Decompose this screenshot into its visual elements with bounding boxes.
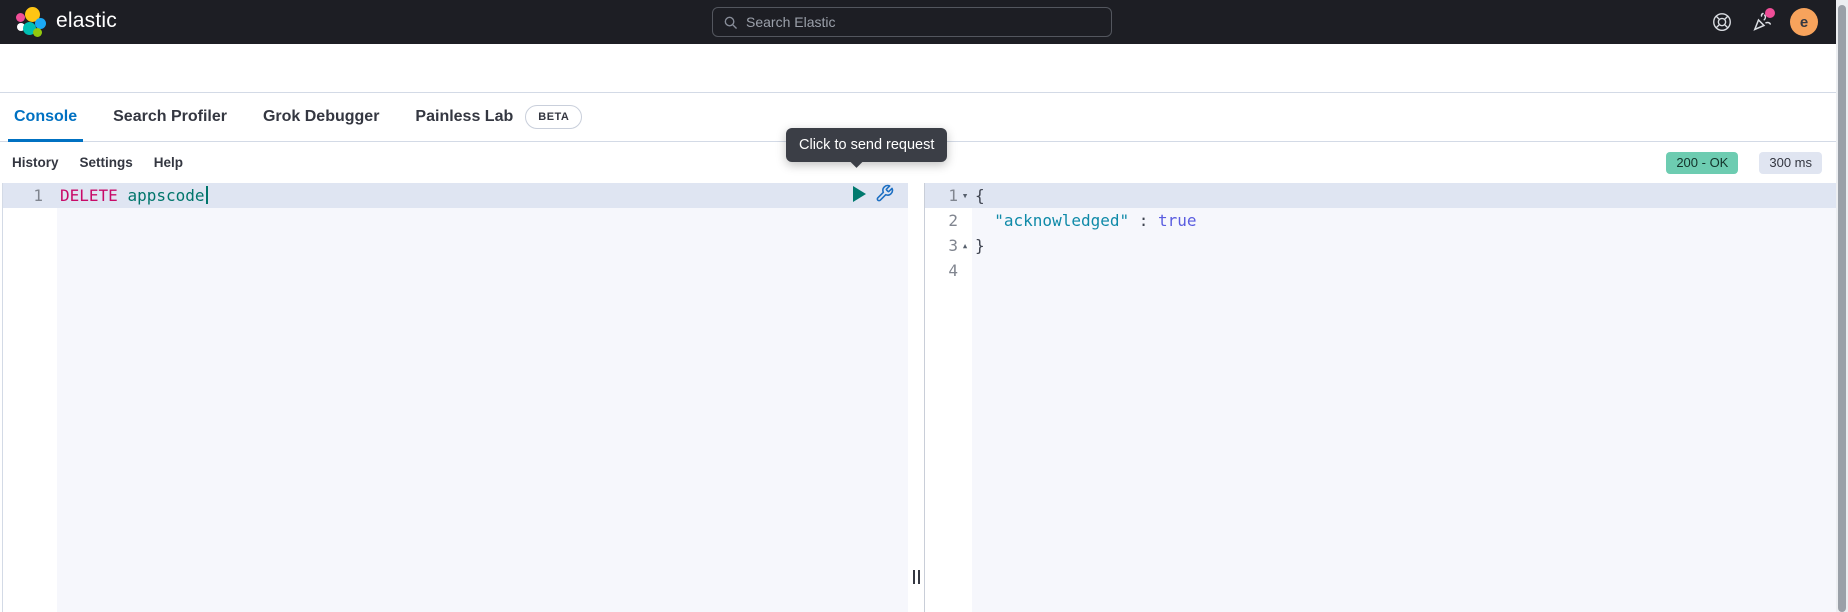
line-number: 3 <box>948 233 958 258</box>
line-number: 1 <box>33 183 43 208</box>
gutter-line: 4 <box>925 258 972 283</box>
tab-grok-debugger[interactable]: Grok Debugger <box>261 93 381 141</box>
panel-resizer[interactable] <box>908 183 925 612</box>
menu-item-help[interactable]: Help <box>154 155 183 170</box>
tooltip-send-request: Click to send request <box>786 128 947 162</box>
code-line[interactable]: { <box>972 183 1836 208</box>
response-editor-code[interactable]: { "acknowledged" : true} <box>972 183 1836 612</box>
token-plain <box>975 211 994 230</box>
tab-console[interactable]: Console <box>12 93 79 141</box>
resizer-grip-icon <box>912 570 921 584</box>
newsfeed-icon[interactable] <box>1752 12 1772 32</box>
response-time-badge: 300 ms <box>1759 152 1822 174</box>
fold-down-icon[interactable]: ▾ <box>958 183 972 208</box>
send-request-button[interactable] <box>853 186 866 202</box>
token-punct: : <box>1129 211 1158 230</box>
line-number: 1 <box>948 183 958 208</box>
token-method: DELETE <box>60 186 118 205</box>
request-editor-gutter: 1 <box>3 183 57 612</box>
code-line[interactable]: "acknowledged" : true <box>972 208 1836 233</box>
search-input[interactable] <box>746 14 1101 30</box>
token-constant: true <box>1158 211 1197 230</box>
status-badge: 200 - OK <box>1666 152 1738 174</box>
global-search[interactable] <box>712 7 1112 37</box>
gutter-line: 2 <box>925 208 972 233</box>
gutter-line: 1 <box>3 183 57 208</box>
search-icon <box>723 15 738 30</box>
response-editor[interactable]: 1▾23▴4 { "acknowledged" : true} <box>925 183 1836 612</box>
token-punct: } <box>975 236 985 255</box>
token-url: appscode <box>127 186 204 205</box>
gutter-line: 1▾ <box>925 183 972 208</box>
beta-badge: BETA <box>525 105 582 129</box>
code-line[interactable] <box>972 258 1836 283</box>
page-scrollbar[interactable] <box>1836 0 1848 612</box>
response-editor-gutter: 1▾23▴4 <box>925 183 972 612</box>
elastic-logo-icon[interactable] <box>16 7 48 38</box>
app-header: elastic e <box>0 0 1848 44</box>
request-actions <box>853 184 894 203</box>
tab-painless-lab[interactable]: Painless Lab BETA <box>413 93 584 141</box>
menu-item-history[interactable]: History <box>12 155 59 170</box>
code-line[interactable]: DELETE appscode <box>57 183 908 208</box>
text-cursor <box>206 186 208 204</box>
line-number: 4 <box>948 258 958 283</box>
token-plain <box>118 186 128 205</box>
breadcrumb-bar: D Dev Tools <box>0 44 1848 93</box>
notification-dot <box>1765 8 1775 18</box>
code-line[interactable]: } <box>972 233 1836 258</box>
fold-up-icon[interactable]: ▴ <box>958 233 972 258</box>
help-icon[interactable] <box>1712 12 1732 32</box>
scrollbar-thumb[interactable] <box>1838 5 1846 612</box>
request-editor-code[interactable]: DELETE appscode <box>57 183 908 612</box>
request-editor[interactable]: 1 DELETE appscode <box>3 183 908 612</box>
menu-item-settings[interactable]: Settings <box>80 155 133 170</box>
line-number: 2 <box>948 208 958 233</box>
logo-wordmark: elastic <box>56 9 117 33</box>
user-avatar[interactable]: e <box>1790 8 1818 36</box>
tab-search-profiler[interactable]: Search Profiler <box>111 93 229 141</box>
tab-label: Console <box>14 108 77 126</box>
tab-label: Search Profiler <box>113 108 227 126</box>
gutter-line: 3▴ <box>925 233 972 258</box>
wrench-icon[interactable] <box>875 184 894 203</box>
token-string: "acknowledged" <box>994 211 1129 230</box>
token-punct: { <box>975 186 985 205</box>
tab-label: Grok Debugger <box>263 108 379 126</box>
tab-label: Painless Lab <box>415 108 513 126</box>
